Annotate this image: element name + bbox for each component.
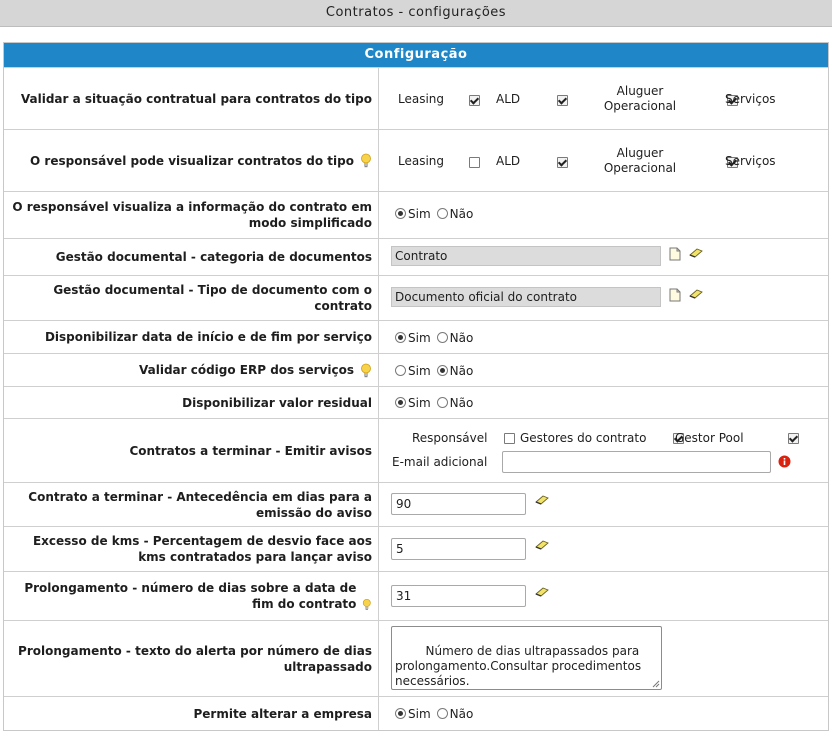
row-label: Prolongamento - texto do alerta por núme… <box>18 643 372 674</box>
row-emitir-avisos: Contratos a terminar - Emitir avisos Res… <box>4 418 828 482</box>
radio-nao[interactable] <box>436 332 448 343</box>
row-codigo-erp: Validar código ERP dos serviços Sim Não <box>4 353 828 386</box>
radio-group: Sim Não <box>395 207 479 221</box>
textarea-content: Número de dias ultrapassados para prolon… <box>395 644 645 688</box>
radio-nao[interactable] <box>436 708 448 719</box>
eraser-pencil-icon[interactable] <box>535 540 549 550</box>
eraser-pencil-icon[interactable] <box>689 248 703 258</box>
radio-group: Sim Não <box>395 396 479 410</box>
row-tipo-documento: Gestão documental - Tipo de documento co… <box>4 275 828 320</box>
radio-sim-label: Sim <box>408 207 431 221</box>
antecedencia-input[interactable]: 90 <box>391 493 526 515</box>
document-icon[interactable] <box>669 247 681 261</box>
radio-sim-label: Sim <box>408 396 431 410</box>
radio-sim[interactable] <box>395 332 406 343</box>
row-prolongamento-texto: Prolongamento - texto do alerta por núme… <box>4 620 828 696</box>
radio-nao[interactable] <box>436 208 448 219</box>
row-label: Disponibilizar data de início e de fim p… <box>44 330 372 344</box>
gestores-label: Gestores do contrato <box>520 431 647 445</box>
option-label-leasing: Leasing <box>398 154 445 168</box>
row-valor-residual: Disponibilizar valor residual Sim Não <box>4 386 828 418</box>
radio-sim[interactable] <box>395 365 406 376</box>
row-label: Disponibilizar valor residual <box>182 395 372 410</box>
lightbulb-icon[interactable] <box>360 363 372 378</box>
row-prolongamento-dias: Prolongamento - número de dias sobre a d… <box>4 571 828 620</box>
row-label: Gestão documental - Tipo de documento co… <box>53 283 372 313</box>
radio-nao-label: Não <box>449 207 474 221</box>
row-label: Excesso de kms - Percentagem de desvio f… <box>32 534 372 564</box>
gestor-pool-label: Gestor Pool <box>675 431 744 445</box>
checkbox-gestor-pool[interactable] <box>787 433 799 444</box>
categoria-documentos-field[interactable]: Contrato <box>391 246 661 266</box>
row-label: Validar código ERP dos serviços <box>138 363 354 377</box>
radio-group: Sim Não <box>395 331 479 345</box>
document-icon[interactable] <box>669 288 681 302</box>
radio-nao[interactable] <box>436 397 448 408</box>
row-label: Gestão documental - categoria de documen… <box>55 250 372 264</box>
resize-grip-icon[interactable] <box>652 680 660 688</box>
row-excesso-kms: Excesso de kms - Percentagem de desvio f… <box>4 526 828 571</box>
option-label-ald: ALD <box>496 154 521 168</box>
radio-sim[interactable] <box>395 708 406 719</box>
radio-sim[interactable] <box>395 397 406 408</box>
row-modo-simplificado: O responsável visualiza a informação do … <box>4 191 828 238</box>
radio-group: Sim Não <box>395 707 479 721</box>
row-validar-situacao: Validar a situação contratual para contr… <box>4 67 828 129</box>
option-label-aluguer-operacional: Aluguer Operacional <box>603 146 677 175</box>
radio-sim-label: Sim <box>408 331 431 345</box>
row-categoria-documentos: Gestão documental - categoria de documen… <box>4 238 828 275</box>
radio-nao-label: Não <box>449 707 474 721</box>
row-label: Contrato a terminar - Antecedência em di… <box>28 489 372 520</box>
eraser-pencil-icon[interactable] <box>535 587 549 597</box>
row-responsavel-visualizar: O responsável pode visualizar contratos … <box>4 129 828 191</box>
panel-header: Configuração <box>4 43 828 67</box>
row-label: Permite alterar a empresa <box>193 706 372 721</box>
row-alterar-empresa: Permite alterar a empresa Sim Não <box>4 696 828 730</box>
prolongamento-dias-input[interactable]: 31 <box>391 585 526 607</box>
option-label-servicos: Serviços <box>725 154 776 168</box>
email-adicional-input[interactable] <box>502 451 771 473</box>
email-adicional-label: E-mail adicional <box>392 455 488 469</box>
config-panel: Configuração Validar a situação contratu… <box>3 42 829 731</box>
radio-nao-label: Não <box>449 396 474 410</box>
radio-nao-label: Não <box>449 364 474 378</box>
option-label-leasing: Leasing <box>398 92 445 106</box>
info-icon[interactable] <box>778 455 791 468</box>
row-label: O responsável visualiza a informação do … <box>12 200 372 230</box>
eraser-pencil-icon[interactable] <box>535 495 549 505</box>
row-data-inicio-fim: Disponibilizar data de início e de fim p… <box>4 320 828 353</box>
prolongamento-texto-textarea[interactable]: Número de dias ultrapassados para prolon… <box>391 626 662 690</box>
checkbox-ald[interactable] <box>556 95 568 106</box>
row-antecedencia-dias: Contrato a terminar - Antecedência em di… <box>4 482 828 526</box>
window-title: Contratos - configurações <box>0 0 832 27</box>
checkbox-ald[interactable] <box>556 157 568 168</box>
lightbulb-icon[interactable] <box>362 597 372 612</box>
radio-group: Sim Não <box>395 364 479 378</box>
tipo-documento-field[interactable]: Documento oficial do contrato <box>391 287 661 307</box>
checkbox-responsavel[interactable] <box>504 433 515 444</box>
excesso-kms-input[interactable]: 5 <box>391 538 526 560</box>
row-label: Contratos a terminar - Emitir avisos <box>129 443 372 458</box>
row-label: Validar a situação contratual para contr… <box>20 91 372 106</box>
option-label-ald: ALD <box>496 92 521 106</box>
radio-sim-label: Sim <box>408 364 431 378</box>
responsavel-label: Responsável <box>412 431 488 445</box>
eraser-pencil-icon[interactable] <box>689 289 703 299</box>
radio-nao-label: Não <box>449 331 474 345</box>
row-label: O responsável pode visualizar contratos … <box>30 153 354 168</box>
option-label-aluguer-operacional: Aluguer Operacional <box>603 84 677 113</box>
radio-nao[interactable] <box>436 365 448 376</box>
checkbox-leasing[interactable] <box>469 157 480 168</box>
option-label-servicos: Serviços <box>725 92 776 106</box>
radio-sim-label: Sim <box>408 707 431 721</box>
lightbulb-icon[interactable] <box>360 153 372 168</box>
checkbox-leasing[interactable] <box>469 95 480 106</box>
radio-sim[interactable] <box>395 208 406 219</box>
row-label: Prolongamento - número de dias sobre a d… <box>24 581 357 611</box>
